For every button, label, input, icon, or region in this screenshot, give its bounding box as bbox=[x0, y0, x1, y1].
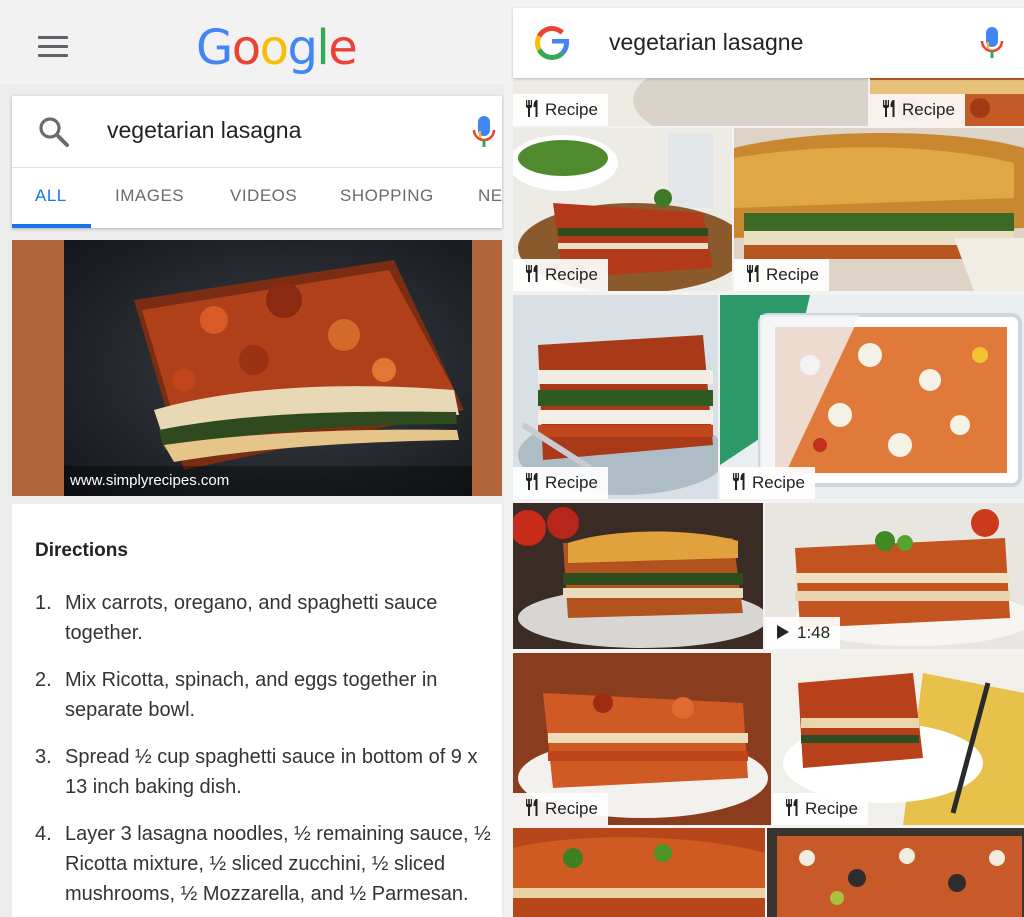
food-photo bbox=[513, 828, 765, 917]
tab-images[interactable]: IMAGES bbox=[115, 168, 184, 228]
badge-label: Recipe bbox=[805, 799, 858, 818]
image-result[interactable]: Recipe bbox=[513, 128, 732, 291]
tab-all[interactable]: ALL bbox=[35, 168, 67, 228]
fork-knife-icon bbox=[733, 473, 745, 490]
image-result[interactable] bbox=[513, 503, 763, 649]
badge-label: 1:48 bbox=[797, 623, 831, 642]
directions-list: 1. Mix carrots, oregano, and spaghetti sa… bbox=[35, 588, 504, 917]
tab-videos[interactable]: VIDEOS bbox=[230, 168, 297, 228]
fork-knife-icon bbox=[526, 100, 538, 117]
right-pane: vegetarian lasagne Recipe Recipe Recipe … bbox=[504, 0, 1024, 917]
featured-recipe-image[interactable]: www.simplyrecipes.com bbox=[12, 240, 502, 496]
tab-news[interactable]: NEWS bbox=[478, 168, 502, 228]
step-text: Spread ½ cup spaghetti sauce in bottom o… bbox=[65, 746, 478, 798]
fork-knife-icon bbox=[747, 265, 759, 282]
badge-label: Recipe bbox=[902, 100, 955, 119]
recipe-badge: Recipe bbox=[720, 467, 815, 499]
step-text: Mix Ricotta, spinach, and eggs together … bbox=[65, 669, 438, 721]
badge-label: Recipe bbox=[545, 100, 598, 119]
video-result[interactable]: 1:48 bbox=[765, 503, 1024, 649]
google-g-icon[interactable] bbox=[531, 22, 573, 64]
step-number: 2. bbox=[35, 669, 52, 691]
food-photo bbox=[513, 503, 763, 649]
google-logo[interactable]: Google bbox=[196, 18, 358, 78]
fork-knife-icon bbox=[786, 799, 798, 816]
fork-knife-icon bbox=[883, 100, 895, 117]
logo-letter: l bbox=[316, 20, 329, 76]
badge-label: Recipe bbox=[545, 473, 598, 492]
play-icon bbox=[777, 625, 789, 639]
video-duration-badge: 1:48 bbox=[765, 617, 841, 649]
step-number: 1. bbox=[35, 592, 52, 614]
recipe-badge: Recipe bbox=[870, 94, 965, 126]
image-result[interactable]: Recipe bbox=[720, 295, 1024, 499]
left-pane: Google vegetarian lasagna ALL IMAGES VID… bbox=[0, 0, 504, 917]
search-icon[interactable] bbox=[36, 114, 72, 150]
app-bar: Google bbox=[0, 0, 504, 84]
active-tab-indicator bbox=[12, 224, 91, 228]
menu-icon[interactable] bbox=[38, 36, 68, 58]
image-result[interactable]: Recipe bbox=[734, 128, 1024, 291]
search-tabs: ALL IMAGES VIDEOS SHOPPING NEWS bbox=[12, 168, 502, 228]
list-item: 1. Mix carrots, oregano, and spaghetti sa… bbox=[35, 588, 504, 648]
image-result[interactable]: Recipe bbox=[773, 653, 1024, 825]
step-number: 3. bbox=[35, 746, 52, 768]
recipe-badge: Recipe bbox=[773, 793, 868, 825]
recipe-badge: Recipe bbox=[734, 259, 829, 291]
image-result[interactable] bbox=[767, 828, 1024, 917]
search-bar: vegetarian lasagne bbox=[513, 8, 1024, 78]
fork-knife-icon bbox=[526, 799, 538, 816]
recipe-badge: Recipe bbox=[513, 259, 608, 291]
logo-letter: o bbox=[259, 20, 289, 76]
directions-title: Directions bbox=[35, 540, 128, 561]
recipe-badge: Recipe bbox=[513, 94, 608, 126]
recipe-badge: Recipe bbox=[513, 467, 608, 499]
lasagna-photo bbox=[64, 240, 472, 496]
fork-knife-icon bbox=[526, 265, 538, 282]
logo-letter: G bbox=[196, 20, 233, 76]
fork-knife-icon bbox=[526, 473, 538, 490]
logo-letter: o bbox=[231, 20, 261, 76]
badge-label: Recipe bbox=[545, 799, 598, 818]
badge-label: Recipe bbox=[545, 265, 598, 284]
microphone-icon[interactable] bbox=[472, 114, 496, 150]
list-item: 2. Mix Ricotta, spinach, and eggs togethe… bbox=[35, 665, 504, 725]
image-result[interactable] bbox=[513, 828, 765, 917]
search-card: vegetarian lasagna ALL IMAGES VIDEOS SHO… bbox=[12, 96, 502, 228]
list-item: 4. Layer 3 lasagna noodles, ½ remaining s… bbox=[35, 819, 504, 909]
directions-card: Directions 1. Mix carrots, oregano, and s… bbox=[12, 504, 502, 917]
recipe-badge: Recipe bbox=[513, 793, 608, 825]
image-result[interactable]: Recipe bbox=[513, 653, 771, 825]
food-photo bbox=[767, 828, 1024, 917]
image-result[interactable]: Recipe bbox=[513, 295, 718, 499]
search-input[interactable]: vegetarian lasagna bbox=[107, 113, 301, 147]
step-text: Layer 3 lasagna noodles, ½ remaining sau… bbox=[65, 823, 491, 905]
microphone-icon[interactable] bbox=[980, 25, 1004, 61]
logo-letter: e bbox=[328, 20, 358, 76]
step-text: Mix carrots, oregano, and spaghetti sauc… bbox=[65, 592, 438, 644]
badge-label: Recipe bbox=[766, 265, 819, 284]
step-number: 4. bbox=[35, 823, 52, 845]
image-source[interactable]: www.simplyrecipes.com bbox=[64, 466, 472, 496]
logo-letter: g bbox=[287, 20, 317, 76]
list-item: 3. Spread ½ cup spaghetti sauce in bottom… bbox=[35, 742, 504, 802]
tab-shopping[interactable]: SHOPPING bbox=[340, 168, 434, 228]
search-input[interactable]: vegetarian lasagne bbox=[609, 25, 803, 59]
badge-label: Recipe bbox=[752, 473, 805, 492]
